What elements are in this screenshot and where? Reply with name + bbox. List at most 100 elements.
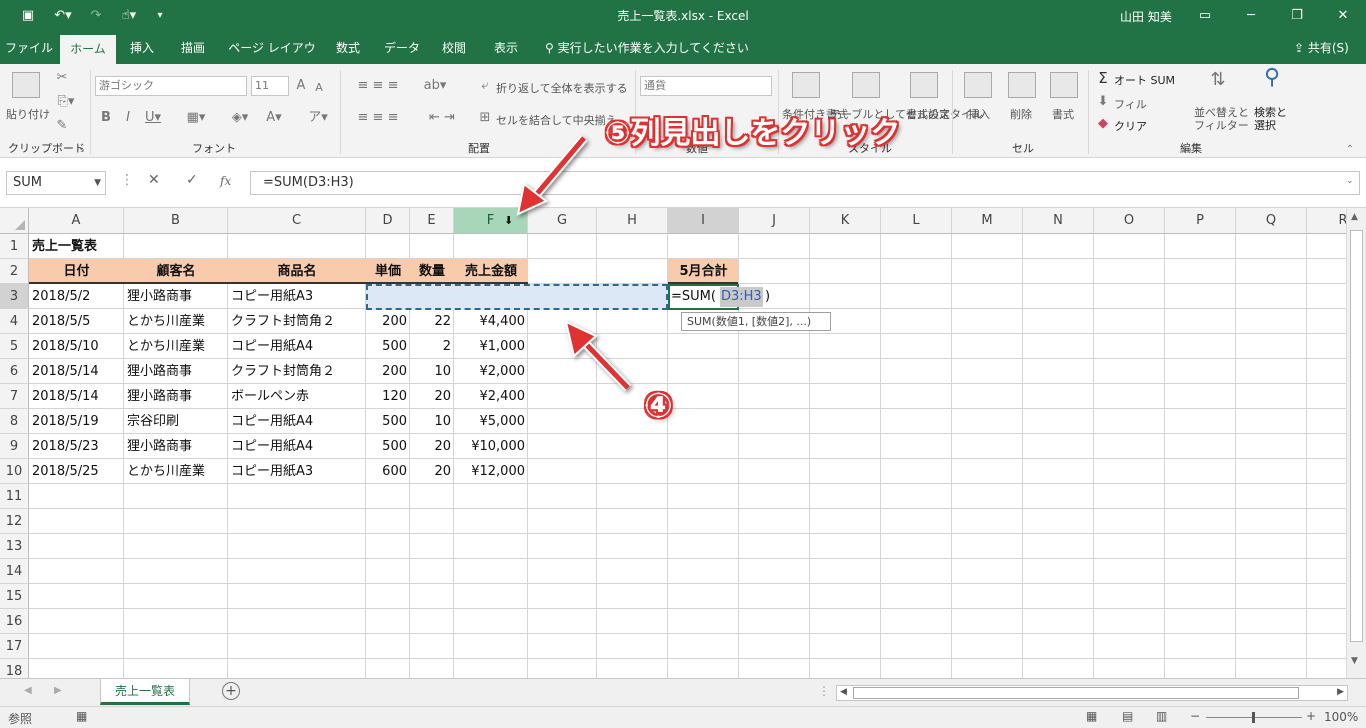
copy-icon[interactable]: ⎘▾ — [54, 94, 78, 110]
data-cell[interactable]: 2018/5/19 — [29, 409, 124, 434]
data-cell[interactable]: 500 — [366, 409, 410, 434]
tab-file[interactable]: ファイル — [4, 32, 54, 64]
font-color-icon[interactable]: A▾ — [262, 110, 286, 126]
column-header-a[interactable]: A — [29, 208, 124, 234]
wrap-text-icon[interactable]: ⤶ — [478, 78, 492, 94]
table-header-cell[interactable]: 顧客名 — [124, 259, 228, 284]
name-box[interactable]: SUM ▼ — [6, 171, 106, 195]
column-header-j[interactable]: J — [739, 208, 810, 234]
row-header-15[interactable]: 15 — [0, 584, 29, 609]
scroll-right-icon[interactable]: ▶ — [1337, 687, 1344, 697]
data-cell[interactable]: 20 — [410, 459, 454, 484]
collapse-ribbon-icon[interactable]: ⌃ — [1344, 142, 1356, 158]
column-header-o[interactable]: O — [1094, 208, 1165, 234]
user-name[interactable]: 山田 知美 — [1120, 8, 1172, 25]
data-cell[interactable]: 600 — [366, 459, 410, 484]
data-cell[interactable]: 22 — [410, 309, 454, 334]
orientation-icon[interactable]: ab▾ — [422, 78, 448, 94]
vertical-align-icons[interactable]: ≡ ≡ ≡ — [348, 78, 408, 94]
data-cell[interactable]: コピー用紙A4 — [228, 434, 366, 459]
fill-label[interactable]: フィル — [1114, 96, 1147, 112]
row-header-7[interactable]: 7 — [0, 384, 29, 409]
autosum-icon[interactable]: Σ — [1096, 70, 1110, 86]
vertical-scrollbar[interactable]: ▲ ▼ — [1346, 208, 1366, 678]
conditional-format-icon[interactable] — [792, 72, 820, 98]
clipboard-launcher-icon[interactable]: ↘ — [76, 142, 86, 158]
horizontal-align-icons[interactable]: ≡ ≡ ≡ — [348, 110, 408, 126]
row-header-14[interactable]: 14 — [0, 559, 29, 584]
phonetic-icon[interactable]: ア▾ — [304, 110, 332, 126]
insert-cells-label[interactable]: 挿入 — [968, 106, 990, 122]
cell-style-icon[interactable] — [910, 72, 938, 98]
data-cell[interactable]: コピー用紙A3 — [228, 284, 366, 309]
delete-cells-label[interactable]: 削除 — [1010, 106, 1032, 122]
data-cell[interactable]: 200 — [366, 359, 410, 384]
data-cell[interactable]: ¥10,000 — [454, 434, 528, 459]
page-break-view-icon[interactable]: ▥ — [1156, 709, 1167, 723]
column-header-k[interactable]: K — [810, 208, 881, 234]
data-cell[interactable]: ¥12,000 — [454, 459, 528, 484]
data-cell[interactable]: クラフト封筒角２ — [228, 359, 366, 384]
sheet-tab[interactable]: 売上一覧表 — [100, 679, 190, 705]
split-handle-icon[interactable]: ⋮ — [818, 684, 830, 698]
scroll-left-icon[interactable]: ◀ — [840, 687, 847, 697]
row-header-10[interactable]: 10 — [0, 459, 29, 484]
underline-icon[interactable]: U▾ — [142, 110, 164, 126]
data-cell[interactable]: 宗谷印刷 — [124, 409, 228, 434]
borders-icon[interactable]: ▦▾ — [184, 110, 208, 126]
row-header-18[interactable]: 18 — [0, 659, 29, 678]
select-all-corner[interactable] — [0, 208, 29, 234]
table-header-cell[interactable]: 売上金額 — [454, 259, 528, 284]
restore-icon[interactable]: ❐ — [1282, 4, 1312, 28]
row-header-9[interactable]: 9 — [0, 434, 29, 459]
font-name-box[interactable]: 游ゴシック — [95, 76, 247, 96]
cut-icon[interactable]: ✂ — [54, 70, 70, 86]
data-cell[interactable]: 狸小路商事 — [124, 384, 228, 409]
data-cell[interactable]: 20 — [410, 434, 454, 459]
worksheet-grid[interactable]: A B C D E F ⬇ G H I J K L M N O P Q R 1 2 3 4 5 6 7 8 9 10 11 12 13 14 15… — [0, 208, 1346, 678]
indent-icons[interactable]: ⇤ ⇥ — [422, 110, 462, 126]
enter-icon[interactable]: ✓ — [186, 172, 198, 188]
eraser-icon[interactable]: ◆ — [1096, 116, 1110, 132]
zoom-in-icon[interactable]: + — [1306, 709, 1316, 723]
data-cell[interactable]: 狸小路商事 — [124, 359, 228, 384]
paste-icon[interactable] — [12, 72, 40, 98]
column-header-d[interactable]: D — [366, 208, 410, 234]
row-header-1[interactable]: 1 — [0, 234, 29, 259]
bold-icon[interactable]: B — [100, 110, 112, 126]
data-cell[interactable]: 2018/5/23 — [29, 434, 124, 459]
data-cell[interactable]: 2018/5/5 — [29, 309, 124, 334]
data-cell[interactable]: 2018/5/10 — [29, 334, 124, 359]
data-cell[interactable]: 2018/5/14 — [29, 359, 124, 384]
decrease-font-icon[interactable]: A — [312, 80, 326, 96]
row-header-5[interactable]: 5 — [0, 334, 29, 359]
horizontal-scrollbar[interactable]: ◀ ▶ — [836, 685, 1348, 701]
column-header-n[interactable]: N — [1023, 208, 1094, 234]
row-header-11[interactable]: 11 — [0, 484, 29, 509]
data-cell[interactable]: 2018/5/25 — [29, 459, 124, 484]
sort-filter-label[interactable]: 並べ替えと フィルター — [1194, 106, 1250, 132]
table-header-cell[interactable]: 商品名 — [228, 259, 366, 284]
table-header-cell[interactable]: 単価 — [366, 259, 410, 284]
tab-review[interactable]: 校閲 — [434, 32, 474, 64]
normal-view-icon[interactable]: ▦ — [1086, 709, 1097, 723]
column-header-q[interactable]: Q — [1236, 208, 1307, 234]
formula-range-selection[interactable] — [366, 284, 668, 310]
cancel-icon[interactable]: ✕ — [148, 172, 160, 188]
column-header-c[interactable]: C — [228, 208, 366, 234]
find-select-label[interactable]: 検索と 選択 — [1254, 106, 1290, 132]
data-cell[interactable]: ボールペン赤 — [228, 384, 366, 409]
table-header-cell[interactable]: 数量 — [410, 259, 454, 284]
row-header-8[interactable]: 8 — [0, 409, 29, 434]
italic-icon[interactable]: I — [122, 110, 134, 126]
macro-record-icon[interactable]: ▦ — [76, 709, 87, 723]
format-painter-icon[interactable]: ✎ — [54, 118, 70, 134]
merge-icon[interactable]: ⊞ — [478, 110, 492, 126]
zoom-level[interactable]: 100% — [1324, 710, 1358, 724]
data-cell[interactable]: ¥1,000 — [454, 334, 528, 359]
data-cell[interactable]: とかち川産業 — [124, 309, 228, 334]
data-cell[interactable]: 20 — [410, 384, 454, 409]
data-cell[interactable]: クラフト封筒角２ — [228, 309, 366, 334]
vertical-scroll-thumb[interactable] — [1350, 230, 1363, 642]
row-header-12[interactable]: 12 — [0, 509, 29, 534]
